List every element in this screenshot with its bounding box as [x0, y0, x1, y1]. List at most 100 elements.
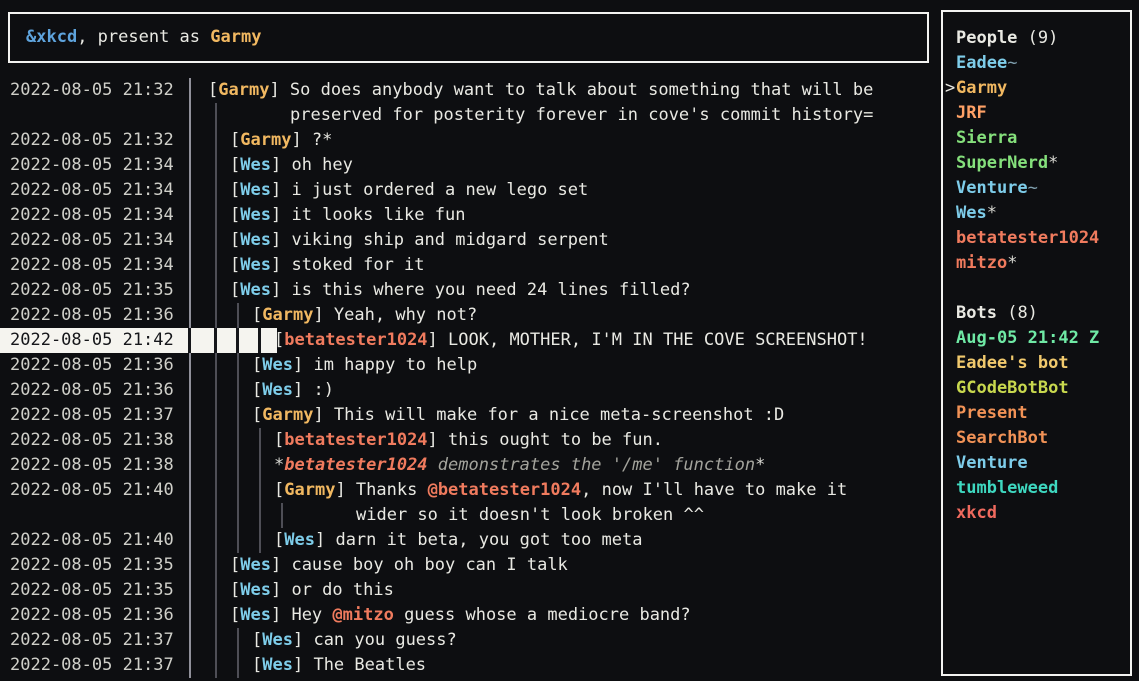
bots-list: Aug-05 21:42 ZEadee's botGCodeBotBotPres…	[943, 326, 1130, 526]
message-body: [Garmy] Yeah, why not?	[252, 303, 477, 328]
message-nick: Wes	[284, 530, 315, 550]
chat-row[interactable]: 2022-08-05 21:35[Wes] or do this	[0, 578, 941, 603]
bot-list-item[interactable]: GCodeBotBot	[943, 376, 1130, 401]
nick-bracket: ]	[293, 355, 313, 375]
nick-bracket: [	[274, 330, 284, 350]
message-nick: Garmy	[262, 305, 313, 325]
timestamp: 2022-08-05 21:37	[10, 628, 174, 653]
nick-bracket: [	[252, 655, 262, 675]
chat-row[interactable]: 2022-08-05 21:36[Wes] Hey @mitzo guess w…	[0, 603, 941, 628]
bot-list-item[interactable]: Venture	[943, 451, 1130, 476]
message-text-segment: , now I'll have to make it	[581, 480, 847, 500]
bot-list-item[interactable]: Aug-05 21:42 Z	[943, 326, 1130, 351]
message-body: wider so it doesn't look broken ^^	[356, 503, 704, 528]
nick-bracket: [	[274, 430, 284, 450]
chat-row[interactable]: 2022-08-05 21:34[Wes] viking ship and mi…	[0, 228, 941, 253]
chat-row[interactable]: 2022-08-05 21:35[Wes] is this where you …	[0, 278, 941, 303]
chat-row[interactable]: 2022-08-05 21:32 [Garmy] ?*	[0, 128, 941, 153]
user-name: JRF	[956, 103, 987, 123]
timestamp: 2022-08-05 21:36	[10, 378, 174, 403]
message-text-segment: Thanks	[356, 480, 428, 500]
chat-row[interactable]: 2022-08-05 21:32[Garmy] So does anybody …	[0, 78, 941, 103]
chat-row-continuation[interactable]: preserved for posterity forever in cove'…	[0, 103, 941, 128]
nick-bracket: ]	[428, 430, 448, 450]
nick-bracket: ]	[271, 155, 291, 175]
bot-name: Present	[956, 403, 1028, 423]
chat-row[interactable]: 2022-08-05 21:37[Wes] The Beatles	[0, 653, 941, 678]
timestamp: 2022-08-05 21:35	[10, 553, 174, 578]
message-nick: Wes	[262, 630, 293, 650]
chat-row[interactable]: 2022-08-05 21:35[Wes] cause boy oh boy c…	[0, 553, 941, 578]
message-text-segment: :)	[313, 380, 333, 400]
chat-row-continuation[interactable]: wider so it doesn't look broken ^^	[0, 503, 941, 528]
user-list-item[interactable]: Wes*	[943, 201, 1130, 226]
user-status-suffix: *	[1007, 253, 1017, 273]
nick-bracket: [	[230, 255, 240, 275]
chat-row[interactable]: 2022-08-05 21:40 [Wes] darn it beta, you …	[0, 528, 941, 553]
bot-list-item[interactable]: tumbleweed	[943, 476, 1130, 501]
user-list-item[interactable]: JRF	[943, 101, 1130, 126]
message-nick: Wes	[240, 605, 271, 625]
nick-bracket: ]	[271, 255, 291, 275]
user-name: mitzo	[956, 253, 1007, 273]
bot-list-item[interactable]: SearchBot	[943, 426, 1130, 451]
nick-bracket: ]	[315, 530, 335, 550]
message-body: [betatester1024] LOOK, MOTHER, I'M IN TH…	[274, 328, 868, 353]
user-list-item[interactable]: SuperNerd*	[943, 151, 1130, 176]
message-text-segment: im happy to help	[313, 355, 477, 375]
user-name: Venture	[956, 178, 1028, 198]
chat-row-action[interactable]: 2022-08-05 21:38*betatester1024 demonstr…	[0, 453, 941, 478]
chat-row[interactable]: 2022-08-05 21:36[Wes] :)	[0, 378, 941, 403]
message-body: [Wes] stoked for it	[230, 253, 425, 278]
user-name: Garmy	[956, 78, 1007, 98]
user-list-item[interactable]: Sierra	[943, 126, 1130, 151]
chat-row[interactable]: 2022-08-05 21:34[Wes] i just ordered a n…	[0, 178, 941, 203]
message-text-segment: The Beatles	[313, 655, 426, 675]
user-list-item[interactable]: mitzo*	[943, 251, 1130, 276]
chat-row[interactable]: 2022-08-05 21:40 [Garmy] Thanks @betatest…	[0, 478, 941, 503]
message-nick: Wes	[240, 205, 271, 225]
user-list-item[interactable]: Eadee~	[943, 51, 1130, 76]
timestamp: 2022-08-05 21:38	[10, 453, 174, 478]
message-nick: Garmy	[284, 480, 335, 500]
nick-bracket: ]	[428, 330, 448, 350]
chat-row[interactable]: 2022-08-05 21:42[betatester1024] LOOK, M…	[0, 328, 941, 353]
message-body: [Wes] darn it beta, you got too meta	[274, 528, 643, 553]
message-body: [Garmy] ?*	[230, 128, 332, 153]
user-list-item[interactable]: >Garmy	[943, 76, 1130, 101]
nick-bracket: [	[274, 530, 284, 550]
chat-row[interactable]: 2022-08-05 21:34[Wes] oh hey	[0, 153, 941, 178]
message-body: [Wes] is this where you need 24 lines fi…	[230, 278, 691, 303]
message-nick: Wes	[240, 255, 271, 275]
chat-row[interactable]: 2022-08-05 21:34[Wes] it looks like fun	[0, 203, 941, 228]
nick-bracket: [	[230, 580, 240, 600]
timestamp: 2022-08-05 21:34	[10, 228, 174, 253]
chat-row[interactable]: 2022-08-05 21:36 [Garmy] Yeah, why not?	[0, 303, 941, 328]
timestamp: 2022-08-05 21:36	[10, 353, 174, 378]
timestamp: 2022-08-05 21:40	[10, 478, 174, 503]
timestamp: 2022-08-05 21:32	[10, 78, 174, 103]
bot-name: SearchBot	[956, 428, 1048, 448]
message-body: [Garmy] Thanks @betatester1024, now I'll…	[274, 478, 847, 503]
chat-row[interactable]: 2022-08-05 21:36[Wes] im happy to help	[0, 353, 941, 378]
bot-list-item[interactable]: xkcd	[943, 501, 1130, 526]
user-list-item[interactable]: betatester1024	[943, 226, 1130, 251]
nick-bracket: ]	[293, 380, 313, 400]
timestamp: 2022-08-05 21:32	[10, 128, 174, 153]
user-list-item[interactable]: Venture~	[943, 176, 1130, 201]
chat-row[interactable]: 2022-08-05 21:34[Wes] stoked for it	[0, 253, 941, 278]
chat-row[interactable]: 2022-08-05 21:37[Garmy] This will make f…	[0, 403, 941, 428]
message-text-segment: betatester1024	[284, 455, 427, 475]
chat-row[interactable]: 2022-08-05 21:37[Wes] can you guess?	[0, 628, 941, 653]
message-text-segment: So does anybody want to talk about somet…	[290, 80, 873, 100]
bot-list-item[interactable]: Eadee's bot	[943, 351, 1130, 376]
nick-bracket: ]	[271, 580, 291, 600]
message-body: [Wes] i just ordered a new lego set	[230, 178, 588, 203]
user-name: Wes	[956, 203, 987, 223]
user-list-panel: People (9) Eadee~>GarmyJRFSierraSuperNer…	[941, 10, 1132, 676]
timestamp: 2022-08-05 21:36	[10, 303, 174, 328]
timestamp: 2022-08-05 21:40	[10, 528, 174, 553]
message-text-segment: Hey	[291, 605, 332, 625]
bot-list-item[interactable]: Present	[943, 401, 1130, 426]
chat-row[interactable]: 2022-08-05 21:38[betatester1024] this ou…	[0, 428, 941, 453]
